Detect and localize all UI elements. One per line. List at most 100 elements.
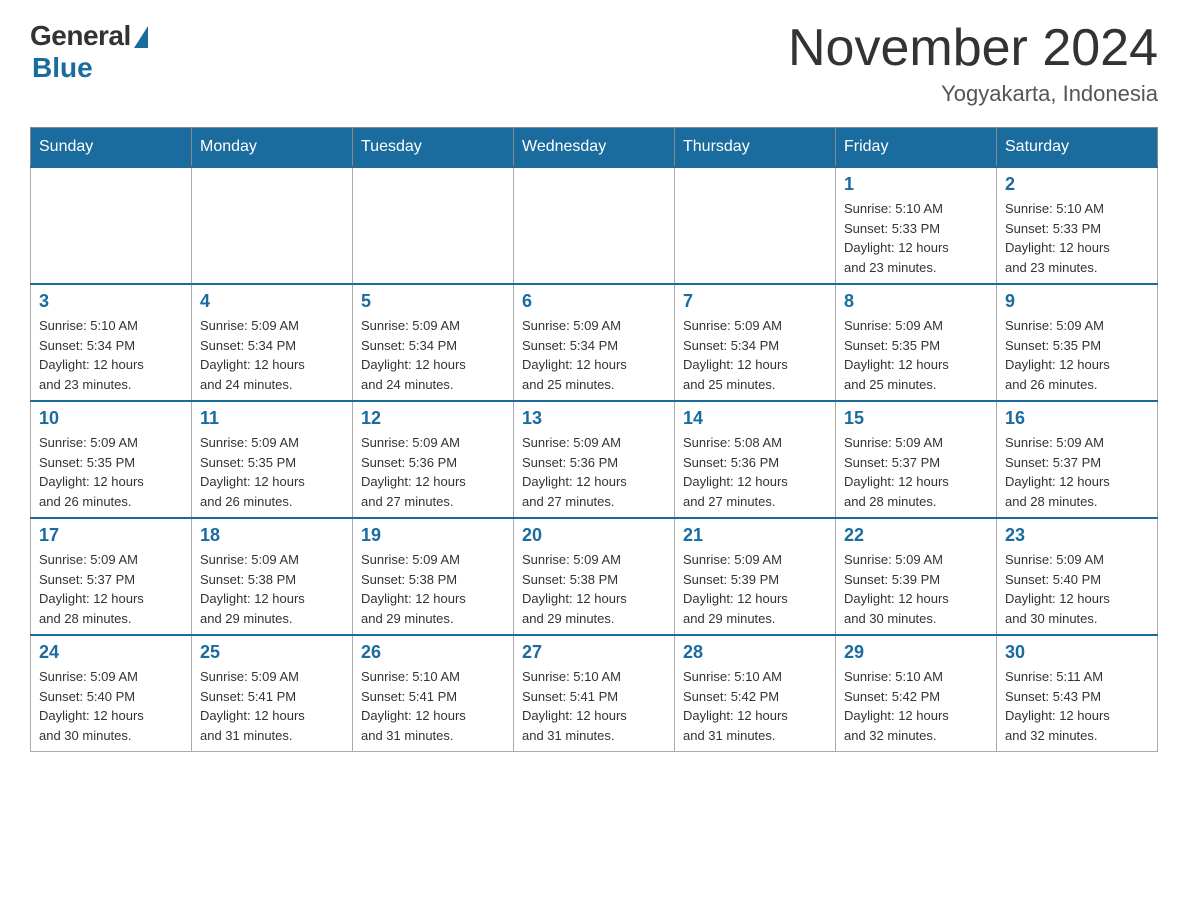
day-info: Sunrise: 5:09 AMSunset: 5:39 PMDaylight:…	[683, 550, 827, 628]
calendar-cell: 12 Sunrise: 5:09 AMSunset: 5:36 PMDayligh…	[353, 401, 514, 518]
calendar-cell: 17 Sunrise: 5:09 AMSunset: 5:37 PMDayligh…	[31, 518, 192, 635]
calendar-cell	[353, 167, 514, 284]
calendar-cell: 11 Sunrise: 5:09 AMSunset: 5:35 PMDayligh…	[192, 401, 353, 518]
calendar-cell: 2 Sunrise: 5:10 AMSunset: 5:33 PMDaylight…	[997, 167, 1158, 284]
day-info: Sunrise: 5:09 AMSunset: 5:35 PMDaylight:…	[1005, 316, 1149, 394]
header-row: SundayMondayTuesdayWednesdayThursdayFrid…	[31, 128, 1158, 168]
day-info: Sunrise: 5:10 AMSunset: 5:42 PMDaylight:…	[683, 667, 827, 745]
day-number: 24	[39, 642, 183, 663]
day-number: 27	[522, 642, 666, 663]
calendar-cell: 16 Sunrise: 5:09 AMSunset: 5:37 PMDayligh…	[997, 401, 1158, 518]
day-info: Sunrise: 5:09 AMSunset: 5:41 PMDaylight:…	[200, 667, 344, 745]
logo-general-text: General	[30, 20, 131, 52]
day-number: 23	[1005, 525, 1149, 546]
calendar-cell: 23 Sunrise: 5:09 AMSunset: 5:40 PMDayligh…	[997, 518, 1158, 635]
calendar-cell: 1 Sunrise: 5:10 AMSunset: 5:33 PMDaylight…	[836, 167, 997, 284]
week-row-5: 24 Sunrise: 5:09 AMSunset: 5:40 PMDayligh…	[31, 635, 1158, 752]
day-number: 11	[200, 408, 344, 429]
column-header-saturday: Saturday	[997, 128, 1158, 168]
column-header-friday: Friday	[836, 128, 997, 168]
day-info: Sunrise: 5:09 AMSunset: 5:37 PMDaylight:…	[1005, 433, 1149, 511]
day-info: Sunrise: 5:09 AMSunset: 5:34 PMDaylight:…	[522, 316, 666, 394]
day-number: 17	[39, 525, 183, 546]
day-info: Sunrise: 5:09 AMSunset: 5:35 PMDaylight:…	[200, 433, 344, 511]
day-number: 29	[844, 642, 988, 663]
day-info: Sunrise: 5:10 AMSunset: 5:41 PMDaylight:…	[361, 667, 505, 745]
day-number: 18	[200, 525, 344, 546]
day-info: Sunrise: 5:09 AMSunset: 5:36 PMDaylight:…	[361, 433, 505, 511]
day-info: Sunrise: 5:09 AMSunset: 5:39 PMDaylight:…	[844, 550, 988, 628]
calendar-cell: 4 Sunrise: 5:09 AMSunset: 5:34 PMDaylight…	[192, 284, 353, 401]
day-info: Sunrise: 5:09 AMSunset: 5:37 PMDaylight:…	[39, 550, 183, 628]
day-number: 12	[361, 408, 505, 429]
calendar-cell: 26 Sunrise: 5:10 AMSunset: 5:41 PMDayligh…	[353, 635, 514, 752]
day-number: 30	[1005, 642, 1149, 663]
day-info: Sunrise: 5:09 AMSunset: 5:35 PMDaylight:…	[844, 316, 988, 394]
day-number: 14	[683, 408, 827, 429]
day-info: Sunrise: 5:09 AMSunset: 5:40 PMDaylight:…	[1005, 550, 1149, 628]
day-number: 21	[683, 525, 827, 546]
day-info: Sunrise: 5:09 AMSunset: 5:35 PMDaylight:…	[39, 433, 183, 511]
day-info: Sunrise: 5:09 AMSunset: 5:36 PMDaylight:…	[522, 433, 666, 511]
day-info: Sunrise: 5:10 AMSunset: 5:34 PMDaylight:…	[39, 316, 183, 394]
logo: General Blue	[30, 20, 148, 84]
day-number: 9	[1005, 291, 1149, 312]
calendar-cell: 15Sunrise: 5:09 AMSunset: 5:37 PMDayligh…	[836, 401, 997, 518]
day-number: 8	[844, 291, 988, 312]
day-number: 19	[361, 525, 505, 546]
calendar-cell: 24 Sunrise: 5:09 AMSunset: 5:40 PMDayligh…	[31, 635, 192, 752]
calendar-cell: 5Sunrise: 5:09 AMSunset: 5:34 PMDaylight…	[353, 284, 514, 401]
calendar-cell: 14Sunrise: 5:08 AMSunset: 5:36 PMDayligh…	[675, 401, 836, 518]
calendar-cell: 3 Sunrise: 5:10 AMSunset: 5:34 PMDaylight…	[31, 284, 192, 401]
calendar-cell: 13 Sunrise: 5:09 AMSunset: 5:36 PMDayligh…	[514, 401, 675, 518]
day-info: Sunrise: 5:09 AMSunset: 5:34 PMDaylight:…	[200, 316, 344, 394]
day-number: 10	[39, 408, 183, 429]
calendar-table: SundayMondayTuesdayWednesdayThursdayFrid…	[30, 127, 1158, 752]
day-number: 13	[522, 408, 666, 429]
day-number: 3	[39, 291, 183, 312]
calendar-cell	[31, 167, 192, 284]
week-row-1: 1 Sunrise: 5:10 AMSunset: 5:33 PMDaylight…	[31, 167, 1158, 284]
calendar-cell: 22 Sunrise: 5:09 AMSunset: 5:39 PMDayligh…	[836, 518, 997, 635]
day-info: Sunrise: 5:09 AMSunset: 5:37 PMDaylight:…	[844, 433, 988, 511]
logo-triangle-icon	[134, 26, 148, 48]
calendar-cell: 6 Sunrise: 5:09 AMSunset: 5:34 PMDaylight…	[514, 284, 675, 401]
day-number: 28	[683, 642, 827, 663]
calendar-cell: 27Sunrise: 5:10 AMSunset: 5:41 PMDayligh…	[514, 635, 675, 752]
column-header-monday: Monday	[192, 128, 353, 168]
day-number: 4	[200, 291, 344, 312]
calendar-cell: 19Sunrise: 5:09 AMSunset: 5:38 PMDayligh…	[353, 518, 514, 635]
day-number: 25	[200, 642, 344, 663]
day-info: Sunrise: 5:10 AMSunset: 5:42 PMDaylight:…	[844, 667, 988, 745]
logo-blue-text: Blue	[32, 52, 93, 84]
week-row-2: 3 Sunrise: 5:10 AMSunset: 5:34 PMDaylight…	[31, 284, 1158, 401]
calendar-cell: 18 Sunrise: 5:09 AMSunset: 5:38 PMDayligh…	[192, 518, 353, 635]
day-info: Sunrise: 5:09 AMSunset: 5:40 PMDaylight:…	[39, 667, 183, 745]
calendar-cell: 8 Sunrise: 5:09 AMSunset: 5:35 PMDaylight…	[836, 284, 997, 401]
title-area: November 2024 Yogyakarta, Indonesia	[788, 20, 1158, 107]
day-number: 1	[844, 174, 988, 195]
day-info: Sunrise: 5:09 AMSunset: 5:34 PMDaylight:…	[683, 316, 827, 394]
day-info: Sunrise: 5:10 AMSunset: 5:33 PMDaylight:…	[844, 199, 988, 277]
calendar-cell: 29 Sunrise: 5:10 AMSunset: 5:42 PMDayligh…	[836, 635, 997, 752]
day-number: 5	[361, 291, 505, 312]
calendar-cell	[192, 167, 353, 284]
week-row-3: 10 Sunrise: 5:09 AMSunset: 5:35 PMDayligh…	[31, 401, 1158, 518]
calendar-cell	[675, 167, 836, 284]
day-number: 16	[1005, 408, 1149, 429]
calendar-cell: 21 Sunrise: 5:09 AMSunset: 5:39 PMDayligh…	[675, 518, 836, 635]
calendar-cell: 7 Sunrise: 5:09 AMSunset: 5:34 PMDaylight…	[675, 284, 836, 401]
calendar-title: November 2024	[788, 20, 1158, 77]
day-info: Sunrise: 5:10 AMSunset: 5:33 PMDaylight:…	[1005, 199, 1149, 277]
column-header-wednesday: Wednesday	[514, 128, 675, 168]
day-info: Sunrise: 5:09 AMSunset: 5:38 PMDaylight:…	[200, 550, 344, 628]
day-info: Sunrise: 5:11 AMSunset: 5:43 PMDaylight:…	[1005, 667, 1149, 745]
day-number: 2	[1005, 174, 1149, 195]
day-number: 22	[844, 525, 988, 546]
calendar-cell: 28 Sunrise: 5:10 AMSunset: 5:42 PMDayligh…	[675, 635, 836, 752]
column-header-sunday: Sunday	[31, 128, 192, 168]
day-number: 6	[522, 291, 666, 312]
day-number: 7	[683, 291, 827, 312]
calendar-cell: 20Sunrise: 5:09 AMSunset: 5:38 PMDayligh…	[514, 518, 675, 635]
day-number: 26	[361, 642, 505, 663]
